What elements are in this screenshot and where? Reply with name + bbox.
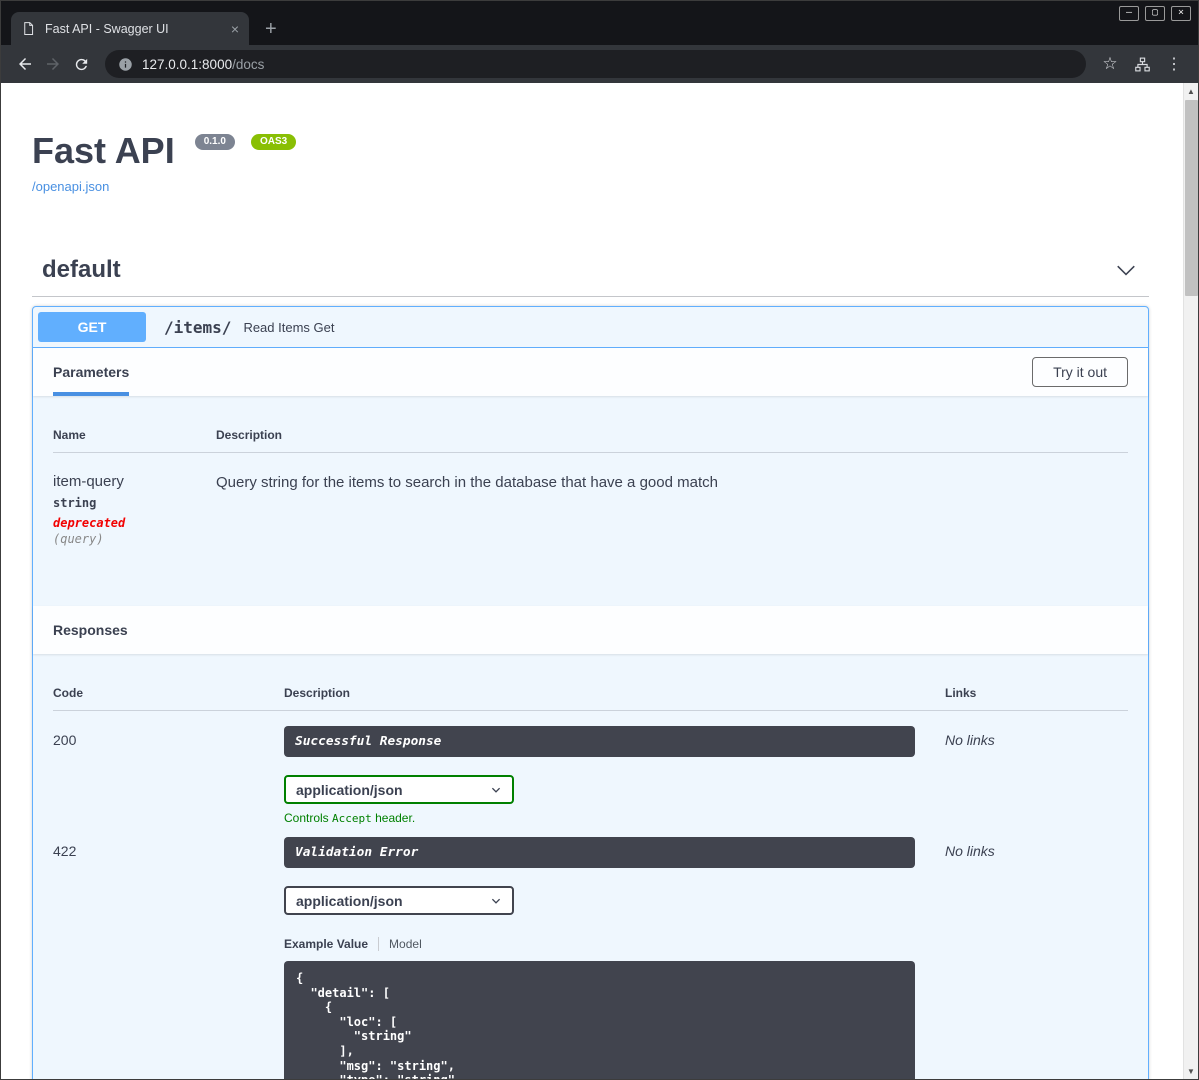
responses-table: Code Description Links 200 Successful Re… (33, 654, 1148, 1079)
browser-window: Fast API - Swagger UI × + – ▢ × 127.0.0.… (0, 0, 1199, 1080)
parameters-tab: Parameters (53, 348, 130, 396)
accept-code-fragment: Accept (332, 812, 372, 825)
parameter-type: string (53, 496, 97, 510)
tag-name: default (42, 256, 121, 283)
media-type-value: application/json (296, 892, 403, 909)
reload-button[interactable] (67, 50, 95, 78)
page-content: Fast API 0.1.0 OAS3 /openapi.json defaul… (1, 83, 1198, 1079)
url-path: /docs (232, 56, 265, 72)
maximize-button[interactable]: ▢ (1145, 6, 1165, 21)
resp-col-links-header: Links (945, 686, 977, 700)
url-bar[interactable]: 127.0.0.1:8000/docs (105, 50, 1086, 78)
select-chevron-icon (491, 787, 501, 793)
tab-close-icon[interactable]: × (231, 22, 239, 36)
window-titlebar: Fast API - Swagger UI × + – ▢ × (1, 1, 1198, 45)
minimize-button[interactable]: – (1119, 6, 1139, 21)
version-badge: 0.1.0 (194, 134, 235, 150)
operation-description: Read Items Get (243, 319, 335, 335)
try-it-out-button[interactable]: Try it out (1032, 357, 1128, 387)
media-type-select[interactable]: application/json (284, 775, 514, 804)
parameter-description: Query string for the items to search in … (216, 474, 718, 491)
kebab-menu-icon: ⋮ (1166, 56, 1182, 73)
parameters-section-header: Parameters Try it out (33, 348, 1148, 396)
response-description-box: Validation Error (284, 837, 915, 868)
response-row-200: 200 Successful Response application/json… (53, 711, 1128, 825)
example-value-tab[interactable]: Example Value (284, 937, 380, 951)
accept-header-note: Controls Accept header. (284, 811, 416, 825)
example-model-tabs: Example Value Model (284, 937, 945, 951)
tab-title: Fast API - Swagger UI (45, 21, 169, 36)
oas3-badge: OAS3 (250, 134, 297, 150)
param-col-name-header: Name (53, 428, 86, 442)
page-scrollbar[interactable]: ▲ ▼ (1183, 83, 1198, 1079)
responses-title: Responses (53, 622, 128, 638)
back-icon (19, 58, 31, 70)
response-links: No links (945, 843, 995, 859)
api-title: Fast API 0.1.0 OAS3 (32, 131, 1149, 171)
select-chevron-icon (491, 898, 501, 904)
url-host: 127.0.0.1:8000 (142, 56, 233, 72)
api-title-text: Fast API (32, 130, 175, 171)
example-json-block[interactable]: { "detail": [ { "loc": [ "string" ], "ms… (284, 961, 915, 1079)
media-type-select[interactable]: application/json (284, 886, 514, 915)
scroll-down-icon[interactable]: ▼ (1184, 1063, 1198, 1079)
sitemap-button[interactable] (1128, 50, 1156, 78)
site-info-icon[interactable] (118, 57, 133, 72)
tab-favicon-icon (21, 21, 36, 36)
window-controls: – ▢ × (1119, 6, 1191, 21)
sitemap-icon (1134, 57, 1150, 71)
response-row-422: 422 Validation Error application/json Ex… (53, 825, 1128, 1079)
forward-icon (47, 58, 59, 70)
reload-icon (75, 58, 87, 70)
parameter-deprecated-flag: deprecated (53, 516, 126, 530)
response-code: 200 (53, 732, 77, 748)
close-button[interactable]: × (1171, 6, 1191, 21)
response-links: No links (945, 732, 995, 748)
operation-summary-row[interactable]: GET /items/ Read Items Get (33, 307, 1148, 348)
resp-col-description-header: Description (284, 686, 351, 700)
url-text: 127.0.0.1:8000/docs (142, 57, 264, 72)
menu-button[interactable]: ⋮ (1160, 50, 1188, 78)
collapse-chevron-icon[interactable] (1115, 259, 1137, 281)
media-type-value: application/json (296, 781, 403, 798)
openapi-spec-link[interactable]: /openapi.json (32, 179, 109, 194)
scrollbar-thumb[interactable] (1185, 100, 1198, 296)
back-button[interactable] (11, 50, 39, 78)
parameter-row: item-query string deprecated (query) Que… (53, 453, 1128, 566)
browser-toolbar: 127.0.0.1:8000/docs ☆ ⋮ (1, 45, 1198, 83)
http-method-badge: GET (38, 312, 146, 342)
opblock-get-items: GET /items/ Read Items Get Parameters Tr… (32, 306, 1149, 1079)
parameter-name: item-query (53, 473, 124, 490)
model-tab[interactable]: Model (379, 937, 422, 951)
parameter-location: (query) (53, 532, 104, 546)
new-tab-button[interactable]: + (265, 19, 277, 39)
api-info: Fast API 0.1.0 OAS3 /openapi.json (32, 131, 1149, 196)
tag-section-header-default[interactable]: default (32, 248, 1149, 297)
response-code: 422 (53, 843, 77, 859)
scroll-up-icon[interactable]: ▲ (1184, 83, 1198, 99)
forward-button[interactable] (39, 50, 67, 78)
param-col-description-header: Description (216, 428, 283, 442)
operation-path: /items/ (164, 317, 232, 337)
browser-tab[interactable]: Fast API - Swagger UI × (11, 12, 249, 45)
resp-col-code-header: Code (53, 686, 83, 700)
bookmark-button[interactable]: ☆ (1096, 50, 1124, 78)
response-description-box: Successful Response (284, 726, 915, 757)
responses-section-header: Responses (33, 606, 1148, 654)
bookmark-star-icon: ☆ (1102, 54, 1118, 73)
parameters-table: Name Description item-query string depre… (33, 396, 1148, 606)
example-json-code: { "detail": [ { "loc": [ "string" ], "ms… (296, 971, 455, 1079)
